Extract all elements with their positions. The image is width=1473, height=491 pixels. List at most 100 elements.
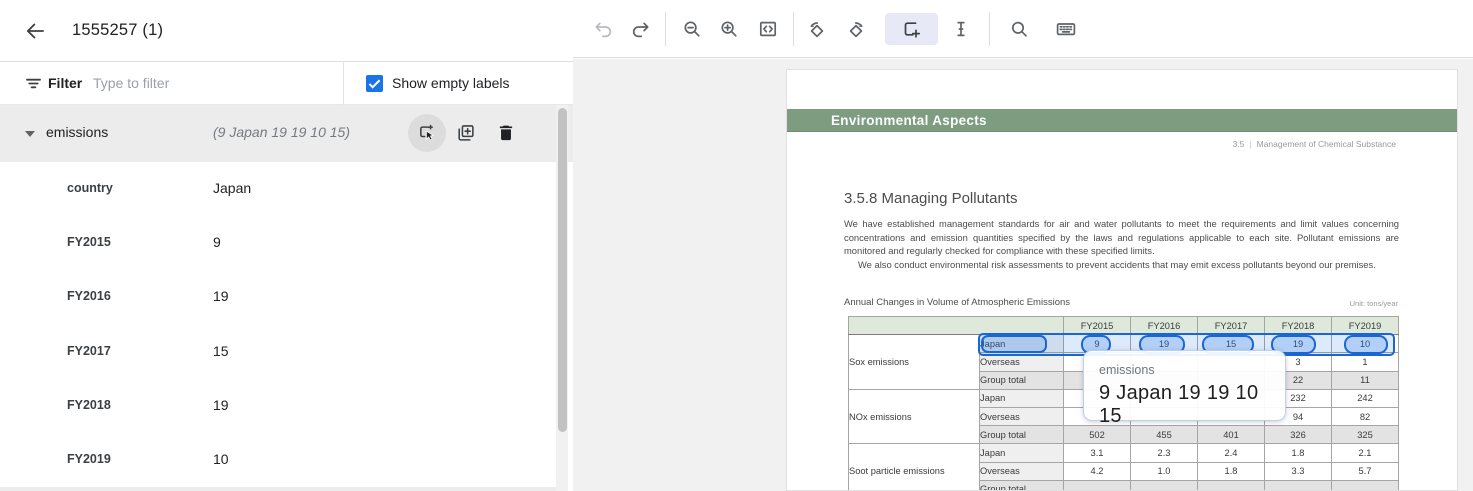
chevron-down-icon[interactable]: [25, 131, 35, 137]
field-list: countryJapanFY20159FY201619FY201715FY201…: [0, 162, 556, 487]
doc-table-region-cell: Overseas: [980, 462, 1064, 480]
annotation-box-fy2019[interactable]: [1344, 335, 1388, 354]
next-label-row-peek: [0, 487, 556, 491]
field-value: 19: [213, 288, 229, 304]
duplicate-label-button[interactable]: [447, 114, 485, 152]
field-label: country: [67, 181, 113, 195]
annotate-select-button[interactable]: [408, 114, 446, 152]
field-value: Japan: [213, 180, 251, 196]
annotation-box-japan[interactable]: [981, 335, 1047, 353]
doc-table-category-cell: Soot particle emissions: [849, 444, 980, 491]
doc-table-value-cell: 3.3: [1265, 462, 1332, 480]
doc-table-value-cell: [1198, 480, 1265, 491]
doc-table-value-cell: 3.1: [1064, 444, 1131, 462]
filter-list-icon: [24, 74, 43, 93]
label-group-summary: (9 Japan 19 19 10 15): [213, 124, 350, 140]
doc-table-corner-cell: [849, 317, 1064, 335]
doc-banner-title: Environmental Aspects: [831, 113, 987, 128]
toolbar-separator: [793, 12, 794, 46]
doc-table-year-header: FY2016: [1131, 317, 1198, 335]
arrow-back-icon: [22, 18, 48, 44]
doc-table-value-cell: 326: [1265, 426, 1332, 444]
keyboard-shortcuts-button[interactable]: [1054, 17, 1078, 41]
doc-table-value-cell: [1131, 480, 1198, 491]
doc-table-row: Soot particle emissionsJapan3.12.32.41.8…: [849, 444, 1399, 462]
duplicate-icon: [455, 122, 477, 144]
field-row-FY2019[interactable]: FY2019 10: [0, 433, 556, 487]
rotate-left-button[interactable]: [805, 17, 829, 41]
show-empty-labels-label: Show empty labels: [392, 75, 510, 91]
field-row-country[interactable]: country Japan: [0, 162, 556, 216]
zoom-out-button[interactable]: [680, 17, 704, 41]
doc-table-value-cell: 82: [1332, 407, 1399, 425]
filter-input[interactable]: [93, 69, 333, 97]
trash-icon: [495, 122, 517, 144]
toolbar-separator: [665, 12, 666, 46]
zoom-in-button[interactable]: [717, 17, 741, 41]
field-value: 10: [213, 451, 229, 467]
divider: [343, 62, 344, 105]
doc-table-category-cell: NOx emissions: [849, 389, 980, 444]
doc-paragraphs: We have established management standards…: [844, 217, 1399, 272]
label-panel: 1555257 (1) Filter Show empty labels emi…: [0, 0, 573, 491]
field-label: FY2016: [67, 289, 111, 303]
table-caption: Annual Changes in Volume of Atmospheric …: [844, 297, 1070, 308]
doc-section-title: Management of Chemical Substance: [1257, 139, 1396, 149]
doc-table-value-cell: [1265, 480, 1332, 491]
doc-section-banner: Environmental Aspects: [787, 109, 1458, 132]
doc-table-value-cell: 5.7: [1332, 462, 1399, 480]
doc-breadcrumb: 3.5|Management of Chemical Substance: [1233, 139, 1396, 149]
select-text-button[interactable]: [949, 17, 973, 41]
label-group-row-emissions[interactable]: emissions (9 Japan 19 19 10 15): [0, 105, 573, 162]
doc-table-value-cell: 1.8: [1198, 462, 1265, 480]
doc-table-value-cell: 401: [1198, 426, 1265, 444]
delete-label-button[interactable]: [487, 114, 525, 152]
doc-table-value-cell: 502: [1064, 426, 1131, 444]
label-panel-header: 1555257 (1): [0, 0, 573, 62]
show-empty-labels-checkbox[interactable]: [366, 75, 383, 92]
field-value: 9: [213, 234, 221, 250]
doc-table-value-cell: [1064, 480, 1131, 491]
doc-table-year-header: FY2019: [1332, 317, 1399, 335]
field-label: FY2015: [67, 235, 111, 249]
back-button[interactable]: [22, 18, 48, 44]
doc-table-value-cell: 11: [1332, 371, 1399, 389]
viewer-toolbar: [573, 0, 1473, 58]
tooltip-label: emissions: [1099, 363, 1285, 377]
rotate-right-button[interactable]: [844, 17, 868, 41]
field-row-FY2018[interactable]: FY201819: [0, 379, 556, 433]
scrollbar-thumb[interactable]: [558, 108, 567, 432]
add-bounding-box-button[interactable]: [899, 17, 923, 41]
doc-table-region-cell: Overseas: [980, 407, 1064, 425]
field-label: FY2019: [67, 452, 111, 466]
doc-heading: 3.5.8 Managing Pollutants: [844, 190, 1017, 207]
doc-table-value-cell: 455: [1131, 426, 1198, 444]
annotation-tooltip: emissions 9 Japan 19 19 10 15: [1083, 350, 1286, 421]
redo-button[interactable]: [628, 17, 652, 41]
doc-table-region-cell: Japan: [980, 444, 1064, 462]
search-button[interactable]: [1007, 17, 1031, 41]
doc-table-value-cell: 4.2: [1064, 462, 1131, 480]
doc-table-year-header: FY2018: [1265, 317, 1332, 335]
doc-table-value-cell: 2.1: [1332, 444, 1399, 462]
field-row-FY2015[interactable]: FY2015 9: [0, 216, 556, 270]
field-row-FY2017[interactable]: FY2017 15: [0, 325, 556, 379]
annotate-select-icon: [416, 122, 438, 144]
doc-table-year-header: FY2015: [1064, 317, 1131, 335]
toolbar-separator: [989, 12, 990, 46]
doc-table-category-cell: Sox emissions: [849, 335, 980, 390]
filter-bar: Filter Show empty labels: [0, 62, 573, 105]
field-label: FY2017: [67, 344, 111, 358]
doc-table-region-cell: Group total: [980, 426, 1064, 444]
doc-table-value-cell: 1.0: [1131, 462, 1198, 480]
doc-table-region-cell: Group total: [980, 371, 1064, 389]
field-value: 15: [213, 343, 229, 359]
field-row-FY2016[interactable]: FY2016 19: [0, 270, 556, 324]
doc-table-region-cell: Group total: [980, 480, 1064, 491]
fit-to-width-button[interactable]: [756, 17, 780, 41]
undo-button[interactable]: [592, 17, 616, 41]
page-title: 1555257 (1): [72, 21, 163, 40]
doc-table-header-row: FY2015FY2016FY2017FY2018FY2019: [849, 317, 1399, 335]
divider: |: [1244, 139, 1256, 149]
field-value: 19: [213, 397, 229, 413]
